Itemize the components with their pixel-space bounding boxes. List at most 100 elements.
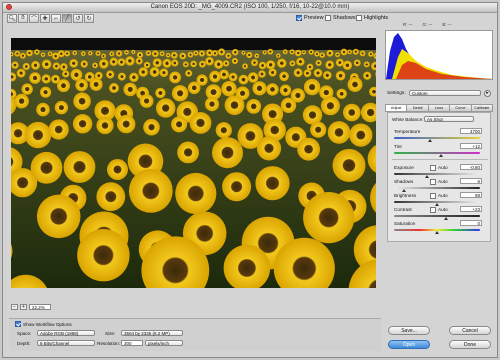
done-button[interactable]: Done xyxy=(449,340,491,349)
tint-slider[interactable] xyxy=(394,152,480,154)
shadows-clip-checkbox[interactable] xyxy=(325,15,331,21)
temperature-value[interactable]: 4700 xyxy=(460,128,482,134)
sunflower xyxy=(109,57,118,66)
tab-lens[interactable]: Lens xyxy=(427,104,450,112)
straighten-icon[interactable]: ╱ xyxy=(62,14,72,23)
sunflower xyxy=(277,58,287,68)
preview-option[interactable]: Preview xyxy=(296,15,324,21)
tint-value[interactable]: +12 xyxy=(460,143,482,149)
crop-icon[interactable]: ⌐ xyxy=(51,14,61,23)
save-button[interactable]: Save... xyxy=(388,326,430,335)
contrast-value[interactable]: +23 xyxy=(460,206,482,212)
sunflower xyxy=(109,51,115,57)
exposure-value[interactable]: -0.80 xyxy=(460,164,482,170)
sunflower xyxy=(308,49,314,55)
shadows-slider-thumb[interactable] xyxy=(402,189,407,192)
settings-select[interactable]: Custom xyxy=(409,90,481,96)
zoom-icon[interactable]: 🔍︎ xyxy=(7,14,17,23)
sunflower xyxy=(215,122,232,139)
hand-icon[interactable]: ✋︎ xyxy=(18,14,28,23)
sunflower xyxy=(171,85,189,102)
white-balance-icon[interactable]: ⌒ xyxy=(29,14,39,23)
camera-raw-window: Canon EOS 20D: _MG_4009.CR2 (ISO 100, 1/… xyxy=(2,2,498,358)
sunflower xyxy=(185,69,193,77)
sunflower xyxy=(59,63,68,71)
preview-checkbox[interactable] xyxy=(296,15,302,21)
contrast-auto-checkbox[interactable] xyxy=(430,207,436,213)
brightness-value[interactable]: 98 xyxy=(460,192,482,198)
open-button[interactable]: Open xyxy=(388,340,430,349)
resolution-unit-select[interactable]: pixels/inch xyxy=(145,340,183,346)
show-workflow-checkbox[interactable] xyxy=(15,321,21,327)
show-workflow-toggle[interactable]: Show Workflow Options xyxy=(15,321,72,327)
tint-label: Tint xyxy=(394,144,402,149)
zoom-in-button[interactable]: + xyxy=(20,304,27,310)
sunflower xyxy=(19,52,26,59)
sunflower xyxy=(266,83,279,96)
sunflower xyxy=(262,50,267,55)
resolution-field[interactable]: 300 xyxy=(121,340,143,346)
brightness-auto-checkbox[interactable] xyxy=(430,193,436,199)
sunflower xyxy=(131,49,136,55)
contrast-slider-thumb[interactable] xyxy=(443,217,448,220)
sunflower xyxy=(293,68,303,78)
zoom-level-select[interactable]: 22.2% xyxy=(29,304,51,310)
shadows-option[interactable]: Shadows xyxy=(325,15,356,21)
sunflower xyxy=(198,60,206,68)
temperature-slider-thumb[interactable] xyxy=(428,139,433,142)
temperature-slider[interactable] xyxy=(394,137,480,139)
white-balance-label: White Balance: xyxy=(392,117,424,122)
size-select[interactable]: 3504 by 2336 (8.2 MP) xyxy=(121,330,183,336)
sunflower xyxy=(41,59,52,70)
sunflower xyxy=(151,50,159,58)
sunflower xyxy=(190,60,197,68)
tab-adjust[interactable]: Adjust xyxy=(385,104,407,112)
shadows-slider[interactable] xyxy=(394,187,480,189)
tint-slider-thumb[interactable] xyxy=(439,154,444,157)
white-balance-select[interactable]: As Shot xyxy=(424,116,474,122)
settings-menu-icon[interactable]: ▸ xyxy=(484,90,491,97)
highlights-option[interactable]: Highlights xyxy=(356,15,388,21)
cancel-button[interactable]: Cancel xyxy=(449,326,491,335)
sunflower xyxy=(169,71,182,84)
sunflower xyxy=(252,81,267,96)
sunflower xyxy=(335,52,340,58)
exposure-slider[interactable] xyxy=(394,173,480,175)
depth-select[interactable]: 8 Bits/Channel xyxy=(37,340,95,346)
sunflower xyxy=(21,83,33,95)
space-select[interactable]: Adobe RGB (1998) xyxy=(37,330,95,336)
sunflower xyxy=(136,51,144,58)
image-preview[interactable] xyxy=(11,38,376,288)
color-sampler-icon[interactable]: ✚ xyxy=(40,14,50,23)
shadows-value[interactable]: 6 xyxy=(460,178,482,184)
sunflower xyxy=(231,48,239,56)
sunflower xyxy=(96,182,126,212)
sunflower xyxy=(22,62,30,71)
sunflower xyxy=(347,49,352,55)
sunflower xyxy=(135,57,143,65)
brightness-slider-thumb[interactable] xyxy=(435,203,439,206)
exposure-slider-thumb[interactable] xyxy=(424,175,429,178)
sunflower xyxy=(332,148,366,182)
tab-calibrate[interactable]: Calibrate xyxy=(470,104,494,112)
sunflower xyxy=(266,60,276,70)
exposure-auto-label: Auto xyxy=(438,165,448,170)
saturation-value[interactable]: 0 xyxy=(460,220,482,226)
sunflower xyxy=(162,58,172,68)
exposure-auto-checkbox[interactable] xyxy=(430,165,436,171)
sunflower xyxy=(31,60,40,70)
sunflower xyxy=(323,71,332,80)
tab-detail[interactable]: Detail xyxy=(406,104,428,112)
sunflower xyxy=(40,52,46,58)
sunflower xyxy=(177,141,200,164)
zoom-out-button[interactable]: − xyxy=(11,304,18,310)
tab-curve[interactable]: Curve xyxy=(449,104,471,112)
sunflower xyxy=(246,99,262,114)
saturation-slider-thumb[interactable] xyxy=(435,231,439,234)
highlights-clip-checkbox[interactable] xyxy=(356,15,362,21)
rotate-left-icon[interactable]: ↺ xyxy=(73,14,83,23)
shadows-auto-checkbox[interactable] xyxy=(430,179,436,185)
contrast-slider[interactable] xyxy=(394,215,480,217)
rotate-right-icon[interactable]: ↻ xyxy=(84,14,94,23)
sunflower xyxy=(280,97,297,113)
